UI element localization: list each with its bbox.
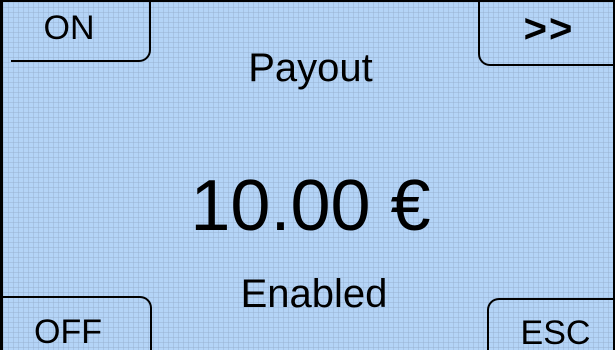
esc-softkey-label: ESC bbox=[520, 314, 591, 350]
esc-softkey[interactable]: ESC bbox=[487, 298, 613, 350]
off-softkey-label: OFF bbox=[34, 313, 102, 350]
next-softkey-label: >> bbox=[523, 7, 575, 51]
on-softkey-label: ON bbox=[43, 9, 95, 47]
off-softkey[interactable]: OFF bbox=[3, 296, 152, 350]
screen-title: Payout bbox=[248, 46, 373, 90]
payout-amount: 10.00 € bbox=[190, 166, 431, 246]
lcd-display: ON >> Payout 10.00 € Enabled OFF ESC bbox=[0, 0, 615, 350]
